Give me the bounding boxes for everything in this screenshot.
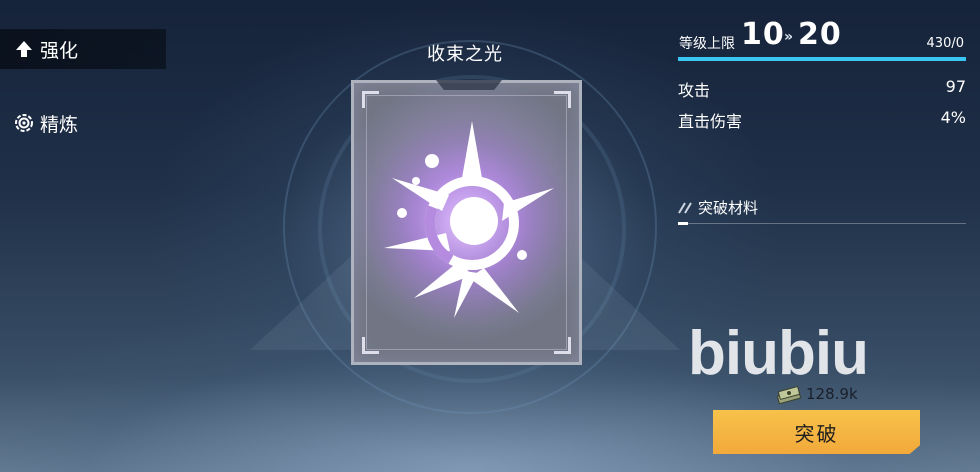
stat-name: 攻击 bbox=[678, 81, 711, 100]
double-slash-icon bbox=[678, 201, 692, 214]
stat-row-direct-damage: 直击伤害 4% bbox=[678, 108, 966, 132]
exp-progress-bar bbox=[678, 57, 966, 61]
card-name: 收束之光 bbox=[427, 44, 503, 65]
stat-value: 4% bbox=[940, 108, 966, 127]
materials-title: 突破材料 bbox=[698, 199, 759, 217]
gear-icon bbox=[14, 113, 34, 133]
exp-progress-fill bbox=[678, 57, 966, 61]
stat-value: 97 bbox=[945, 77, 966, 96]
tab-enhance[interactable]: 强化 bbox=[0, 29, 166, 69]
materials-header: 突破材料 bbox=[678, 197, 758, 218]
tab-refine[interactable]: 精炼 bbox=[0, 103, 166, 143]
money-stack-icon bbox=[776, 384, 802, 404]
break-button[interactable]: 突破 bbox=[713, 410, 920, 454]
level-arrow-icon: » bbox=[784, 29, 794, 45]
watermark: biubiu bbox=[688, 319, 869, 388]
cost-display: 128.9k bbox=[776, 384, 858, 404]
level-cap-label: 等级上限 bbox=[679, 36, 735, 52]
up-arrow-icon bbox=[14, 39, 34, 59]
radiant-star-emblem-icon bbox=[362, 118, 572, 328]
weapon-card bbox=[351, 80, 582, 365]
tab-refine-label: 精炼 bbox=[40, 113, 79, 136]
level-current: 10 bbox=[741, 17, 785, 52]
cost-amount: 128.9k bbox=[806, 385, 858, 403]
level-target: 20 bbox=[798, 17, 842, 52]
stat-row-attack: 攻击 97 bbox=[678, 77, 966, 101]
materials-divider-mark bbox=[678, 222, 688, 225]
materials-divider bbox=[678, 223, 966, 224]
stat-name: 直击伤害 bbox=[678, 112, 743, 131]
tab-enhance-label: 强化 bbox=[40, 39, 79, 62]
exp-counter: 430/0 bbox=[926, 36, 964, 51]
